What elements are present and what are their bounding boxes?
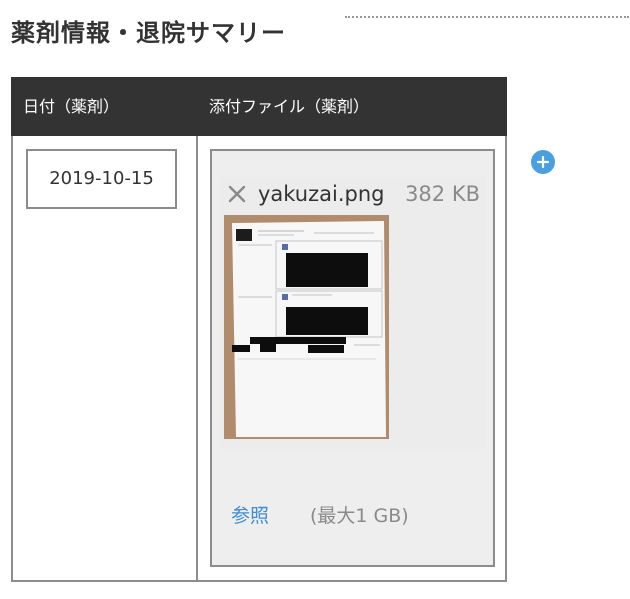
title-divider bbox=[345, 16, 629, 18]
plus-circle-icon[interactable] bbox=[530, 149, 556, 175]
attached-file-card: yakuzai.png 382 KB bbox=[220, 177, 486, 449]
header-date: 日付（薬剤） bbox=[23, 97, 120, 116]
file-drop-zone[interactable]: yakuzai.png 382 KB 参照 (最大1 GB) bbox=[210, 149, 495, 567]
browse-link[interactable]: 参照 bbox=[231, 501, 269, 528]
table-header: 日付（薬剤） 添付ファイル（薬剤） bbox=[11, 77, 507, 136]
file-size: 382 KB bbox=[405, 182, 480, 206]
header-file: 添付ファイル（薬剤） bbox=[209, 97, 370, 116]
file-thumbnail bbox=[224, 215, 389, 439]
date-field[interactable]: 2019-10-15 bbox=[26, 149, 177, 209]
page-title: 薬剤情報・退院サマリー bbox=[11, 19, 286, 47]
close-icon[interactable] bbox=[228, 185, 246, 203]
column-divider bbox=[196, 136, 198, 582]
file-name: yakuzai.png bbox=[258, 182, 385, 206]
data-table: 日付（薬剤） 添付ファイル（薬剤） 2019-10-15 yakuzai.png… bbox=[11, 77, 507, 582]
max-size-label: (最大1 GB) bbox=[310, 505, 409, 527]
